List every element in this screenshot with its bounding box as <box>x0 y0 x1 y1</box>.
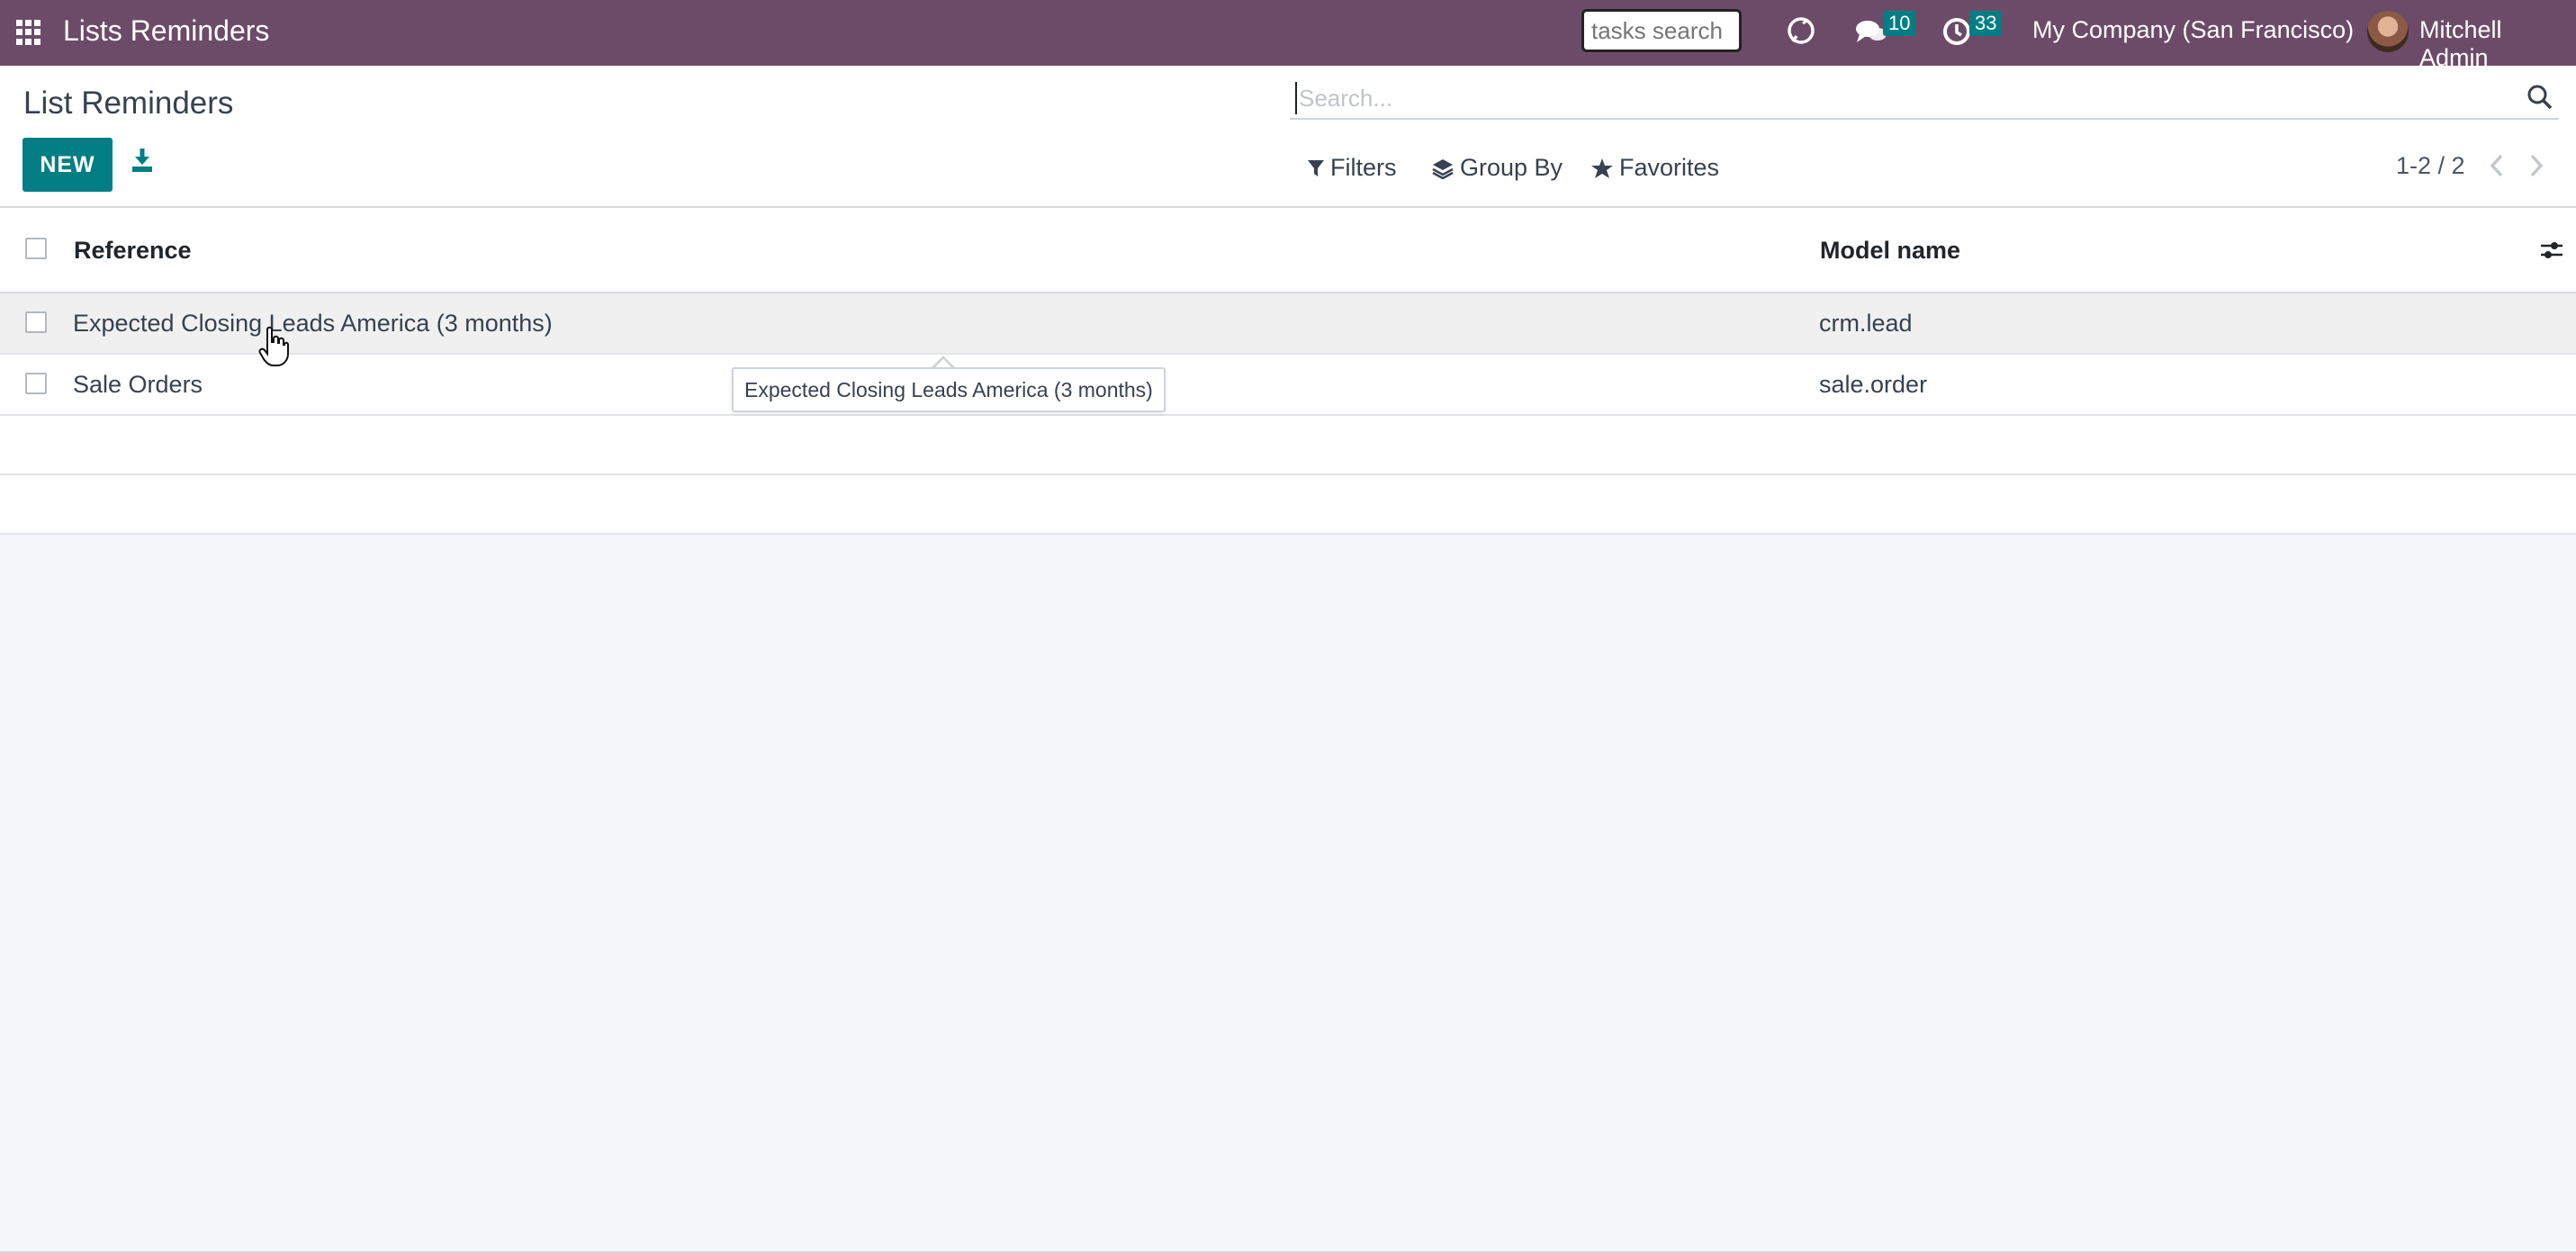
reference-cell[interactable]: Expected Closing Leads America (3 months… <box>73 310 553 338</box>
table-header: Reference Model name <box>0 208 2576 293</box>
activities-badge: 33 <box>1969 11 2003 36</box>
messages-badge: 10 <box>1883 11 1916 36</box>
layers-icon <box>1432 158 1454 179</box>
star-icon <box>1591 158 1613 178</box>
discuss-icon[interactable] <box>1785 14 1817 51</box>
table-row[interactable]: Expected Closing Leads America (3 months… <box>0 293 2576 355</box>
page-title: List Reminders <box>23 86 234 121</box>
control-panel: List Reminders NEW Filters Group By Favo… <box>0 66 2576 208</box>
company-switcher[interactable]: My Company (San Francisco) <box>2032 16 2354 44</box>
reference-cell[interactable]: Sale Orders <box>73 371 203 399</box>
pager-next-icon[interactable] <box>2527 152 2545 184</box>
user-avatar[interactable] <box>2367 11 2409 52</box>
column-header-model-name[interactable]: Model name <box>1820 237 1960 265</box>
column-header-reference[interactable]: Reference <box>74 237 192 265</box>
apps-menu-icon[interactable] <box>16 20 41 45</box>
filter-icon <box>1308 159 1324 176</box>
empty-row <box>0 416 2576 475</box>
hand-pointer-cursor-icon <box>258 326 289 372</box>
favorites-label: Favorites <box>1619 154 1720 181</box>
favorites-button[interactable]: Favorites <box>1590 154 1719 182</box>
optional-columns-icon[interactable] <box>2540 239 2563 266</box>
app-title[interactable]: Lists Reminders <box>63 14 269 48</box>
row-checkbox[interactable] <box>25 311 47 333</box>
group-by-label: Group By <box>1460 154 1563 181</box>
table-row[interactable]: Sale Orders sale.order <box>0 355 2576 416</box>
filters-label: Filters <box>1330 154 1397 181</box>
activities-clock-icon[interactable] <box>1941 16 1972 51</box>
download-icon[interactable] <box>126 143 158 179</box>
search-input[interactable] <box>1295 82 2492 114</box>
model-name-cell[interactable]: sale.order <box>1819 371 1927 399</box>
pager-value[interactable]: 1-2 / 2 <box>2396 152 2465 180</box>
list-view: Reference Model name Expected Closing Le… <box>0 208 2576 535</box>
row-checkbox[interactable] <box>25 373 47 394</box>
user-menu[interactable]: Mitchell Admin <box>2419 16 2576 72</box>
new-button[interactable]: NEW <box>23 138 113 192</box>
select-all-checkbox[interactable] <box>25 238 47 259</box>
pager-previous-icon[interactable] <box>2488 152 2506 184</box>
empty-row <box>0 475 2576 535</box>
group-by-button[interactable]: Group By <box>1431 154 1563 182</box>
reference-tooltip: Expected Closing Leads America (3 months… <box>732 367 1166 412</box>
filters-button[interactable]: Filters <box>1307 154 1397 182</box>
search-bar <box>1290 75 2559 120</box>
search-icon[interactable] <box>2526 84 2553 115</box>
tasks-search-input[interactable] <box>1581 9 1742 52</box>
model-name-cell[interactable]: crm.lead <box>1819 310 1913 338</box>
top-navbar: Lists Reminders 10 33 My Company (San Fr… <box>0 0 2576 71</box>
